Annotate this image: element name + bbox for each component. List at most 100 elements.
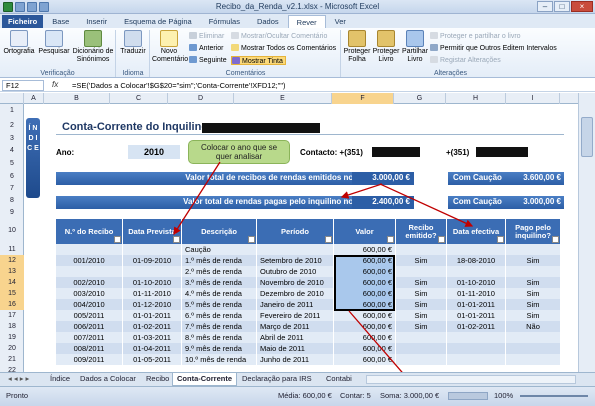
col-header[interactable]: A <box>24 93 44 104</box>
name-box[interactable]: F12 <box>2 80 44 91</box>
arrow-to-total <box>340 183 383 199</box>
novo-comentario-button[interactable]: Novo Comentário <box>152 30 188 64</box>
row-header[interactable]: 22 <box>0 365 24 372</box>
row-header[interactable]: 13 <box>0 266 24 277</box>
share-workbook-icon <box>406 30 424 47</box>
tab-rever[interactable]: Rever <box>287 15 326 28</box>
row-header[interactable]: 4 <box>0 144 24 158</box>
minimize-button[interactable]: – <box>537 1 553 12</box>
row-header[interactable]: 8 <box>0 194 24 208</box>
tab-dados[interactable]: Dados <box>249 15 287 28</box>
traduzir-button[interactable]: Traduzir <box>118 30 148 56</box>
status-ready: Pronto <box>6 391 29 400</box>
row-header[interactable]: 9 <box>0 208 24 218</box>
status-contar: Contar: 5 <box>340 391 371 400</box>
row-header[interactable]: 18 <box>0 321 24 332</box>
registar-alteracoes-button[interactable]: Registar Alterações <box>430 56 501 65</box>
proteger-folha-button[interactable]: Proteger Folha <box>343 30 371 64</box>
mostrar-tinta-button[interactable]: Mostrar Tinta <box>231 56 286 65</box>
select-all[interactable] <box>0 93 24 104</box>
maximize-button[interactable]: □ <box>554 1 570 12</box>
scroll-thumb[interactable] <box>581 117 593 157</box>
col-header[interactable]: G <box>394 93 446 104</box>
partilhar-livro-button[interactable]: Partilhar Livro <box>401 30 429 64</box>
protect-workbook-icon <box>377 30 395 47</box>
zoom-slider[interactable] <box>520 395 588 397</box>
horizontal-scrollbar[interactable] <box>366 375 576 384</box>
mostrar-todos-button[interactable]: Mostrar Todos os Comentários <box>231 44 336 53</box>
status-soma: Soma: 3.000,00 € <box>380 391 440 400</box>
col-header[interactable]: D <box>168 93 234 104</box>
seguinte-button[interactable]: Seguinte <box>189 56 227 65</box>
row-header[interactable]: 19 <box>0 332 24 343</box>
status-zoom[interactable]: 100% <box>494 391 513 400</box>
tab-formulas[interactable]: Fórmulas <box>201 15 248 28</box>
view-buttons[interactable] <box>448 392 488 400</box>
tab-ficheiro[interactable]: Ficheiro <box>2 15 44 28</box>
group-label-comentarios: Comentários <box>225 70 266 77</box>
title-bar: Recibo_da_Renda_v2.1.xlsx - Microsoft Ex… <box>0 0 595 14</box>
col-header[interactable]: F <box>332 93 394 104</box>
tab-ver[interactable]: Ver <box>327 15 354 28</box>
status-media: Média: 600,00 € <box>278 391 332 400</box>
permitir-editar-button[interactable]: Permitir que Outros Editem Intervalos <box>430 44 557 53</box>
worksheet[interactable]: Í N D I C E Conta-Corrente do Inquilino … <box>24 104 571 372</box>
sheet-tab-contabi[interactable]: Contabi <box>322 373 356 386</box>
row-header[interactable]: 11 <box>0 244 24 255</box>
row-header[interactable]: 10 <box>0 218 24 244</box>
col-header[interactable]: B <box>44 93 110 104</box>
row-header[interactable]: 12 <box>0 255 24 266</box>
vertical-scrollbar[interactable] <box>578 93 595 372</box>
row-header[interactable]: 20 <box>0 343 24 354</box>
sheet-tab-recibo[interactable]: Recibo <box>142 373 173 386</box>
row-header[interactable]: 15 <box>0 288 24 299</box>
row-header[interactable]: 21 <box>0 354 24 365</box>
row-header[interactable]: 3 <box>0 134 24 144</box>
proteger-livro-button[interactable]: Proteger Livro <box>372 30 400 64</box>
row-header[interactable]: 6 <box>0 170 24 184</box>
fx-icon[interactable]: fx <box>52 80 58 89</box>
sheet-tab-indice[interactable]: Índice <box>46 373 74 386</box>
pesquisar-button[interactable]: Pesquisar <box>38 30 70 56</box>
dicionario-button[interactable]: Dicionário de Sinónimos <box>72 30 114 64</box>
ortografia-button[interactable]: Ortografia <box>2 30 36 56</box>
eliminar-button[interactable]: Eliminar <box>189 32 224 41</box>
row-header[interactable]: 16 <box>0 299 24 310</box>
translate-icon <box>124 30 142 47</box>
mostrar-ocultar-button[interactable]: Mostrar/Ocultar Comentário <box>231 32 327 41</box>
next-comment-icon <box>189 56 197 63</box>
group-label-idioma: Idioma <box>122 70 144 77</box>
row-header[interactable]: 14 <box>0 277 24 288</box>
group-label-verificacao: Verificação <box>40 70 75 77</box>
row-header[interactable]: 1 <box>0 104 24 118</box>
formula-bar: F12 fx =SE('Dados a Colocar'!$G$20="sim"… <box>0 79 595 92</box>
show-all-comments-icon <box>231 44 239 51</box>
proteger-partilhar-button[interactable]: Proteger e partilhar o livro <box>430 32 521 41</box>
close-button[interactable]: × <box>571 1 593 12</box>
anterior-button[interactable]: Anterior <box>189 44 224 53</box>
tab-nav-arrows[interactable]: ◂ ◂ ▸ ▸ <box>4 373 44 386</box>
protect-share-icon <box>430 32 438 39</box>
arrow-to-data-efectiva <box>379 183 474 227</box>
formula-input[interactable]: =SE('Dados a Colocar'!$G$20="sim";'Conta… <box>72 80 286 91</box>
col-header[interactable]: H <box>446 93 506 104</box>
sheet-tab-conta-corrente[interactable]: Conta-Corrente <box>172 373 238 386</box>
new-comment-icon <box>160 30 178 47</box>
show-hide-comment-icon <box>231 32 239 39</box>
window-title: Recibo_da_Renda_v2.1.xlsx - Microsoft Ex… <box>215 2 380 11</box>
col-header[interactable]: I <box>506 93 560 104</box>
row-header[interactable]: 5 <box>0 158 24 170</box>
ribbon: Ortografia Pesquisar Dicionário de Sinón… <box>0 28 595 78</box>
group-verificacao: Ortografia Pesquisar Dicionário de Sinón… <box>0 30 116 77</box>
col-header[interactable]: E <box>234 93 332 104</box>
sheet-tab-irs[interactable]: Declaração para IRS <box>238 373 316 386</box>
row-header[interactable]: 7 <box>0 184 24 194</box>
row-header[interactable]: 2 <box>0 118 24 134</box>
tab-inserir[interactable]: Inserir <box>78 15 115 28</box>
tab-base[interactable]: Base <box>44 15 77 28</box>
sheet-tabs: ◂ ◂ ▸ ▸ Índice Dados a Colocar Recibo Co… <box>0 372 595 386</box>
row-header[interactable]: 17 <box>0 310 24 321</box>
tab-esquema[interactable]: Esquema de Página <box>116 15 200 28</box>
col-header[interactable]: C <box>110 93 168 104</box>
sheet-tab-dados[interactable]: Dados a Colocar <box>76 373 140 386</box>
